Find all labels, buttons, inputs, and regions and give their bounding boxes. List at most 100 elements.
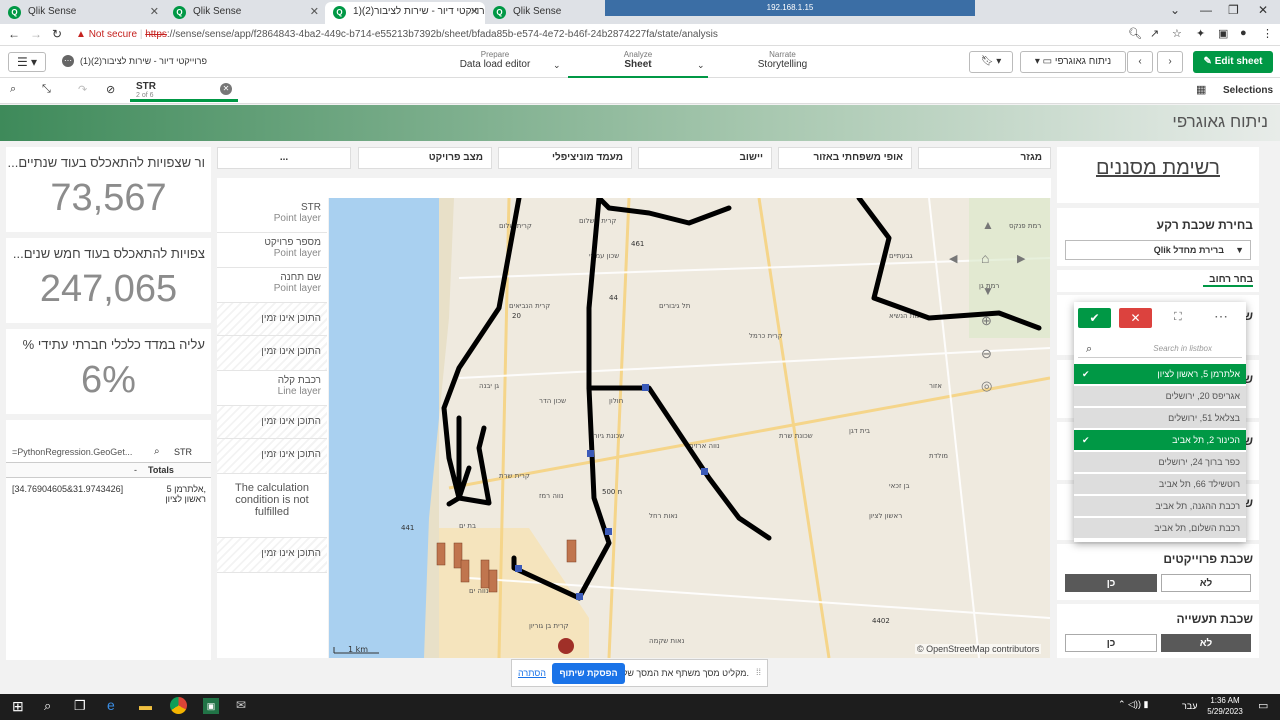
- global-menu-icon[interactable]: ☰ ▾: [8, 52, 46, 72]
- browser-tab[interactable]: Q Qlik Sense ✕: [165, 2, 325, 24]
- chevron-down-icon[interactable]: ⌄: [697, 60, 705, 71]
- pan-left-icon[interactable]: ◀: [949, 252, 957, 265]
- url-field[interactable]: ▲ Not secure | https://sense/sense/app/f…: [76, 26, 1136, 44]
- basemap-dropdown[interactable]: Qlik ברירת מחדל ▼: [1065, 240, 1251, 260]
- bookmark-star-icon[interactable]: ☆: [1172, 27, 1182, 40]
- industry-yes-toggle[interactable]: כן: [1065, 634, 1157, 652]
- selections-tool-icon[interactable]: ⤡: [42, 83, 51, 96]
- edit-sheet-button[interactable]: ✎ Edit sheet: [1193, 51, 1273, 73]
- clock[interactable]: 1:36 AM 5/29/2023: [1202, 695, 1248, 717]
- restore-icon[interactable]: ❐: [1228, 3, 1239, 17]
- app-icon[interactable]: ▣: [203, 698, 219, 714]
- smart-search-icon[interactable]: ⌕: [10, 83, 16, 96]
- listbox-search-input[interactable]: ⌕ Search in listbox: [1078, 340, 1242, 358]
- selection-menu-icon[interactable]: ⛶: [1174, 311, 1182, 324]
- column-header-str[interactable]: STR: [174, 447, 192, 457]
- browser-tab[interactable]: Q Qlik Sense: [485, 2, 605, 24]
- previous-sheet-button[interactable]: ‹: [1127, 51, 1153, 73]
- listbox-item[interactable]: הכינור 2, תל אביב ✔: [1074, 430, 1246, 451]
- pan-up-icon[interactable]: ▲: [982, 218, 994, 232]
- selected-location-marker[interactable]: [558, 638, 574, 654]
- more-options-icon[interactable]: ⋯: [1214, 308, 1228, 325]
- extensions-icon[interactable]: ✦: [1196, 27, 1205, 40]
- tab-analyze[interactable]: Analyze Sheet: [568, 50, 708, 78]
- tab-prepare[interactable]: Prepare Data load editor: [450, 50, 540, 70]
- filter-municipal-status[interactable]: מעמד מוניציפלי: [498, 147, 632, 169]
- listbox-item[interactable]: רוטשילד 66, תל אביב: [1074, 474, 1246, 495]
- kpi-card[interactable]: ...צפויות להתאכלס בעוד חמש שנים 247,065: [6, 238, 211, 323]
- projects-no-toggle[interactable]: לא: [1161, 574, 1251, 592]
- listbox-item[interactable]: רכבת ההגנה, תל אביב: [1074, 496, 1246, 517]
- language-indicator[interactable]: עבר: [1182, 701, 1197, 711]
- edge-icon[interactable]: e: [107, 697, 115, 713]
- confirm-selection-button[interactable]: ✔: [1078, 308, 1111, 328]
- sidebar-icon[interactable]: ▣: [1218, 27, 1228, 40]
- listbox-item[interactable]: אגריפס 20, ירושלים: [1074, 386, 1246, 407]
- map-view[interactable]: קרית שלום שכון עממי קרית השלום קרית הנביאים…: [329, 198, 1050, 658]
- filter-project-status[interactable]: מצב פרויקט: [358, 147, 492, 169]
- notifications-icon[interactable]: ▭: [1258, 699, 1268, 712]
- listbox-item[interactable]: רכבת השלום, תל אביב: [1074, 518, 1246, 539]
- bookmarks-button[interactable]: 🔖︎ ▾: [969, 51, 1013, 73]
- close-tab-icon[interactable]: ✕: [470, 5, 479, 18]
- street-tab[interactable]: בחר רחוב: [1203, 274, 1253, 287]
- locate-icon[interactable]: ◎: [981, 378, 992, 394]
- street-listbox-popup[interactable]: ✔ ✕ ⛶ ⋯ ⌕ Search in listbox אלתרמן 5, רא…: [1074, 302, 1246, 542]
- step-forward-icon[interactable]: ↷: [78, 83, 87, 96]
- file-explorer-icon[interactable]: ▬: [139, 698, 152, 713]
- layer-item[interactable]: רכבת קלה Line layer: [217, 371, 327, 406]
- stop-sharing-button[interactable]: הפסקת שיתוף: [552, 663, 625, 684]
- close-tab-icon[interactable]: ✕: [150, 5, 159, 18]
- home-icon[interactable]: ⌂: [981, 250, 989, 266]
- tab-narrate[interactable]: Narrate Storytelling: [740, 50, 825, 70]
- reload-icon[interactable]: ↻: [52, 27, 62, 41]
- chevron-down-icon[interactable]: ⌄: [553, 60, 561, 71]
- filter-family-type[interactable]: אופי משפחתי באזור: [778, 147, 912, 169]
- minimize-icon[interactable]: —: [1200, 3, 1212, 17]
- drag-handle-icon[interactable]: ⁞⁞: [756, 667, 761, 677]
- sheet-dropdown[interactable]: ▾ ▭ ניתוח גאוגרפי: [1020, 51, 1126, 73]
- more-filters-button[interactable]: ...: [217, 147, 351, 169]
- listbox-item[interactable]: אלתרמן 5, ראשון לציון ✔: [1074, 364, 1246, 385]
- tray-icons[interactable]: ⌃ ◁)) ▮: [1118, 699, 1148, 710]
- filter-settlement[interactable]: יישוב: [638, 147, 772, 169]
- layer-item[interactable]: התוכן אינו זמין: [217, 336, 327, 371]
- layer-item[interactable]: The calculation condition is not fulfill…: [217, 474, 327, 538]
- layer-item[interactable]: התוכן אינו זמין: [217, 538, 327, 573]
- back-icon[interactable]: ←: [8, 27, 20, 41]
- profile-icon[interactable]: ●: [1240, 27, 1247, 39]
- cancel-selection-button[interactable]: ✕: [1119, 308, 1152, 328]
- forward-icon[interactable]: →: [30, 27, 42, 41]
- listbox-item[interactable]: כפר ברוך 24, ירושלים: [1074, 452, 1246, 473]
- layer-item[interactable]: התוכן אינו זמין: [217, 406, 327, 439]
- app-icon[interactable]: ✉: [236, 698, 246, 712]
- browser-tab[interactable]: Q Qlik Sense ✕: [0, 2, 165, 24]
- zoom-in-icon[interactable]: ⊕: [981, 313, 992, 329]
- kpi-card[interactable]: ...ור שצפויות להתאכלס בעוד שנתיים 73,567: [6, 147, 211, 232]
- mini-table[interactable]: =PythonRegression.GeoGet... ⌕ STR - Tota…: [6, 420, 211, 660]
- tab-search-icon[interactable]: ⌄: [1170, 3, 1180, 17]
- hide-button[interactable]: הסתרה: [518, 668, 546, 678]
- selection-chip-str[interactable]: STR 2 of 6 ✕: [130, 79, 238, 102]
- layer-item[interactable]: התוכן אינו זמין: [217, 303, 327, 336]
- chrome-icon[interactable]: [170, 697, 187, 714]
- filter-sector[interactable]: מגזר: [918, 147, 1051, 169]
- layer-item[interactable]: שם תחנה Point layer: [217, 268, 327, 303]
- pan-down-icon[interactable]: ▼: [982, 284, 994, 298]
- clear-all-icon[interactable]: ⊘: [106, 83, 115, 96]
- clear-selection-icon[interactable]: ✕: [220, 83, 232, 95]
- selections-grid-icon[interactable]: ▦: [1196, 83, 1206, 96]
- browser-tab-active[interactable]: Q פרוייקטי דיור - שירות לציבור(2)(1 ✕: [325, 2, 485, 24]
- close-window-icon[interactable]: ✕: [1258, 3, 1268, 17]
- next-sheet-button[interactable]: ›: [1157, 51, 1183, 73]
- selections-button[interactable]: Selections: [1223, 85, 1273, 96]
- app-name[interactable]: פרוייקטי דיור - שירות לציבור(2)(1): [80, 56, 207, 66]
- menu-kebab-icon[interactable]: ⋮: [1262, 27, 1273, 40]
- industry-no-toggle[interactable]: לא: [1161, 634, 1251, 652]
- layer-item[interactable]: STR Point layer: [217, 198, 327, 233]
- task-view-icon[interactable]: ❐: [74, 698, 86, 714]
- pan-right-icon[interactable]: ▶: [1017, 252, 1025, 265]
- close-tab-icon[interactable]: ✕: [310, 5, 319, 18]
- layer-item[interactable]: התוכן אינו זמין: [217, 439, 327, 474]
- search-icon[interactable]: ⌕: [154, 446, 160, 457]
